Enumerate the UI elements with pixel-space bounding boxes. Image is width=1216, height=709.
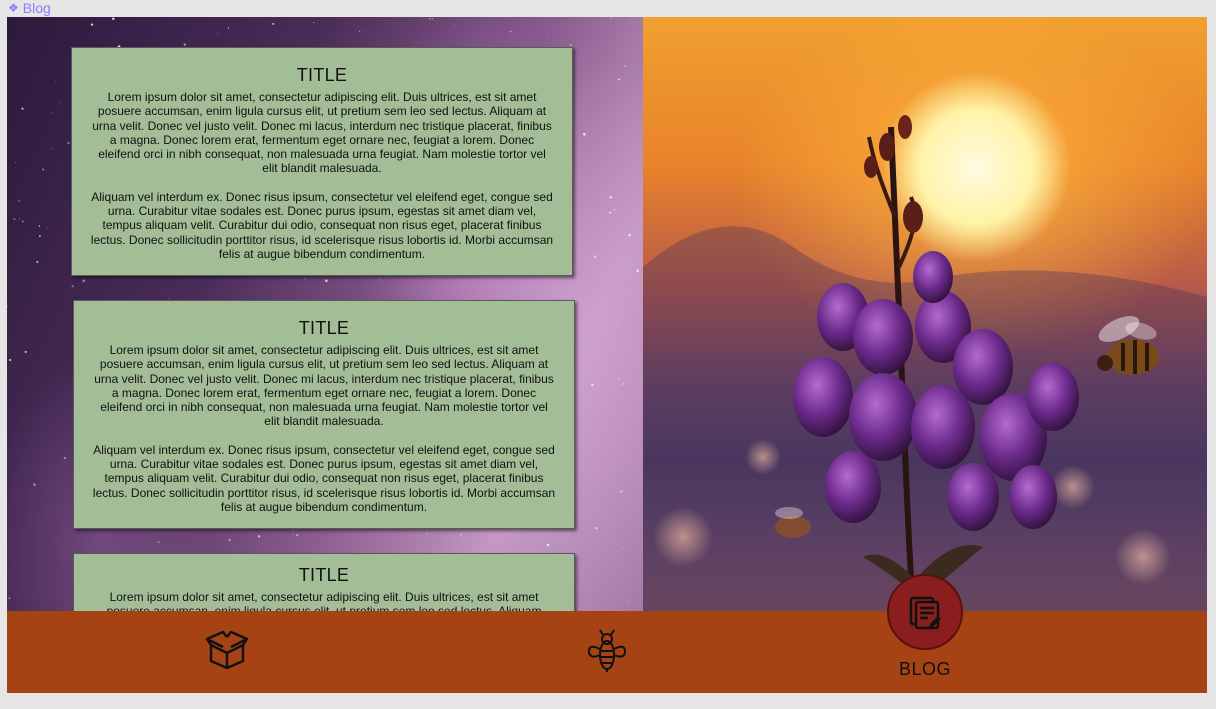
- blog-post-card[interactable]: TITLE Lorem ipsum dolor sit amet, consec…: [71, 47, 573, 276]
- nav-bee-button[interactable]: [583, 627, 631, 675]
- nav-blog-button[interactable]: [887, 574, 963, 650]
- bottom-navigation: BLOG: [7, 574, 1207, 693]
- post-paragraph: Lorem ipsum dolor sit amet, consectetur …: [94, 343, 554, 429]
- post-title: TITLE: [298, 565, 350, 585]
- post-paragraph: Aliquam vel interdum ex. Donec risus ips…: [90, 189, 554, 261]
- blog-feed[interactable]: TITLE Lorem ipsum dolor sit amet, consec…: [7, 17, 643, 611]
- blog-post-card[interactable]: TITLE Lorem ipsum dolor sit amet, consec…: [73, 300, 575, 529]
- blog-document-icon: [909, 596, 941, 630]
- frame-label: ❖ Blog: [8, 0, 51, 16]
- post-paragraph: Lorem ipsum dolor sit amet, consectetur …: [92, 90, 552, 176]
- blog-post-card[interactable]: TITLE Lorem ipsum dolor sit amet, consec…: [73, 553, 575, 611]
- hero-image-sunset-flower: [643, 17, 1207, 611]
- post-title: TITLE: [298, 318, 350, 338]
- component-diamond-icon: ❖: [8, 1, 19, 15]
- post-paragraph: Aliquam vel interdum ex. Donec risus ips…: [92, 442, 556, 514]
- nav-blog-label: BLOG: [898, 659, 952, 679]
- post-paragraph: Lorem ipsum dolor sit amet, consectetur …: [107, 590, 542, 611]
- bee-icon: [587, 629, 627, 672]
- flower-bee-illustration: [643, 115, 1207, 611]
- post-title: TITLE: [296, 65, 348, 85]
- frame-label-text: Blog: [22, 0, 51, 16]
- nav-home-button[interactable]: [203, 625, 251, 673]
- open-box-icon: [205, 630, 249, 669]
- app-frame: TITLE Lorem ipsum dolor sit amet, consec…: [7, 17, 1207, 693]
